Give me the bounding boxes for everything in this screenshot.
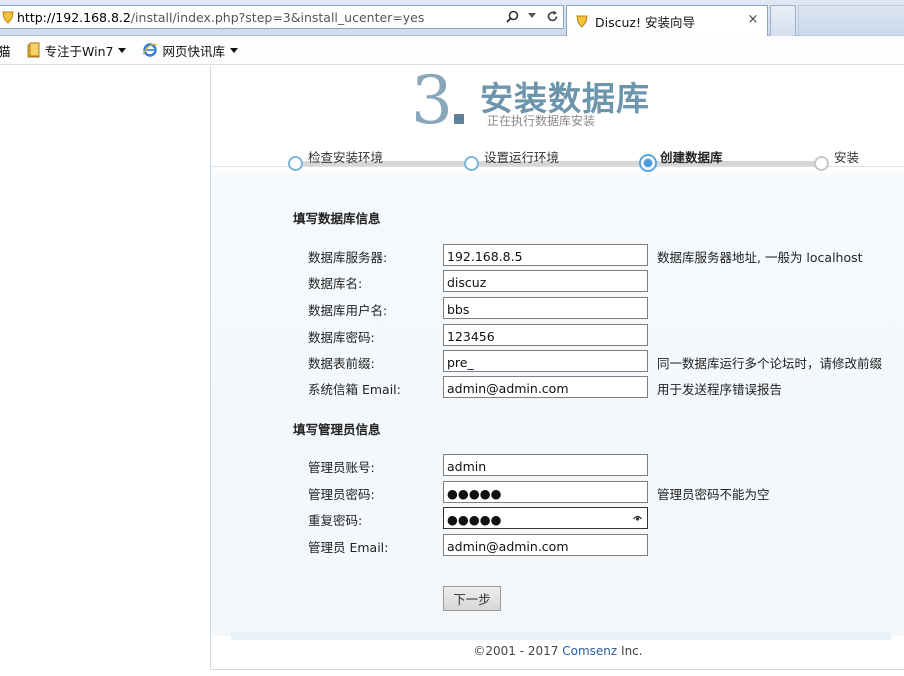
progress-dot [814, 156, 829, 171]
install-page: 3 安装数据库 正在执行数据库安装 检查安装环境 设置运行环境 创建数据库 安装… [210, 66, 904, 670]
page-subtitle: 正在执行数据库安装 [487, 114, 596, 128]
next-step-button[interactable]: 下一步 [443, 586, 501, 611]
db-user-input[interactable] [443, 297, 648, 319]
admin-section-title: 填写管理员信息 [293, 422, 381, 437]
form-row-admin-email: 管理员 Email: [211, 534, 904, 556]
table-prefix-input[interactable] [443, 350, 648, 372]
browser-tab-inactive[interactable] [798, 5, 904, 36]
chevron-down-icon[interactable] [229, 47, 238, 53]
form-row-db-user: 数据库用户名: [211, 297, 904, 319]
form-row-table-prefix: 数据表前缀: 同一数据库运行多个论坛时，请修改前缀 [211, 350, 904, 372]
new-tab-button[interactable] [770, 5, 796, 36]
dropdown-arrow-icon[interactable] [525, 9, 539, 23]
db-password-input[interactable] [443, 324, 648, 346]
address-bar[interactable]: http://192.168.8.2/install/index.php?ste… [0, 5, 564, 29]
step-number-dot [454, 114, 464, 124]
progress-dot [288, 156, 303, 171]
form-row-db-password: 数据库密码: [211, 324, 904, 346]
progress-dot [464, 156, 479, 171]
browser-toolbar: http://192.168.8.2/install/index.php?ste… [0, 0, 904, 36]
admin-account-input[interactable] [443, 454, 648, 476]
close-icon[interactable]: × [747, 12, 759, 27]
form-row-repeat-password: 重复密码: [211, 507, 904, 529]
favorite-item-win7[interactable]: 专注于Win7 [27, 36, 127, 65]
address-url[interactable]: http://192.168.8.2/install/index.php?ste… [17, 10, 424, 25]
system-email-input[interactable] [443, 376, 648, 398]
tab-title: Discuz! 安装向导 [595, 14, 695, 30]
form-row-admin-password: 管理员密码: 管理员密码不能为空 [211, 481, 904, 503]
step-number: 3 [411, 62, 453, 139]
progress-dot-current [639, 154, 657, 172]
form-row-db-host: 数据库服务器: 数据库服务器地址, 一般为 localhost [211, 244, 904, 266]
form-row-system-email: 系统信箱 Email: 用于发送程序错误报告 [211, 376, 904, 398]
repeat-password-input[interactable] [443, 507, 648, 529]
favorites-bar: 猫 专注于Win7 网页快讯库 [0, 36, 904, 65]
folder-icon [27, 42, 40, 58]
db-section-title: 填写数据库信息 [293, 211, 381, 226]
footer-copyright: ©2001 - 2017 Comsenz Inc. [473, 644, 643, 658]
db-host-input[interactable] [443, 244, 648, 266]
discuz-favicon-icon [576, 15, 588, 28]
comsenz-link[interactable]: Comsenz [562, 644, 617, 658]
form-row-db-name: 数据库名: [211, 270, 904, 292]
form-panel [211, 166, 904, 636]
footer-divider [231, 632, 891, 640]
admin-password-input[interactable] [443, 481, 648, 503]
favorite-item-webslice[interactable]: 网页快讯库 [142, 36, 238, 65]
shield-icon [2, 11, 14, 24]
install-progress: 检查安装环境 设置运行环境 创建数据库 安装 [211, 144, 904, 172]
ie-icon [142, 43, 158, 57]
db-name-input[interactable] [443, 270, 648, 292]
search-icon[interactable] [505, 9, 519, 23]
admin-email-input[interactable] [443, 534, 648, 556]
reveal-password-icon[interactable] [633, 514, 642, 522]
favorite-item-cat[interactable]: 猫 [0, 36, 11, 65]
chevron-down-icon[interactable] [118, 47, 127, 53]
browser-tab-active[interactable]: Discuz! 安装向导 × [566, 5, 768, 36]
form-row-admin-account: 管理员账号: [211, 454, 904, 476]
refresh-icon[interactable] [545, 9, 559, 23]
